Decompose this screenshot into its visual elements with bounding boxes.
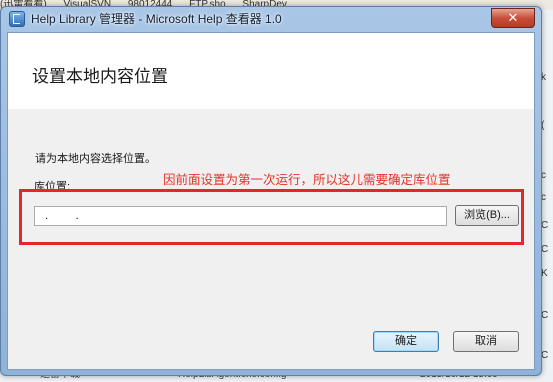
header-band: 设置本地内容位置 [8,33,534,109]
help-library-manager-window: Help Library 管理器 - Microsoft Help 查看器 1.… [0,6,542,376]
help-library-icon [9,11,25,27]
page-title: 设置本地内容位置 [32,67,168,86]
bg-char: C [541,350,549,361]
instruction-text: 请为本地内容选择位置。 [35,153,156,165]
browse-button[interactable]: 浏览(B)... [455,205,519,226]
ok-button[interactable]: 确定 [373,331,439,352]
dialog-content: 设置本地内容位置 请为本地内容选择位置。 库位置: 因前面设置为第一次运行，所以… [7,32,535,370]
bg-char: C [541,244,549,255]
bg-char: C [541,220,549,231]
library-path-input[interactable] [34,206,447,226]
annotation-note: 因前面设置为第一次运行，所以这儿需要确定库位置 [163,173,451,187]
close-button[interactable]: ✕ [491,8,535,28]
title-bar[interactable]: Help Library 管理器 - Microsoft Help 查看器 1.… [1,7,541,29]
bg-char: C [541,310,549,321]
bg-char: K [541,268,548,279]
window-title: Help Library 管理器 - Microsoft Help 查看器 1.… [31,12,282,26]
cancel-button[interactable]: 取消 [453,331,519,352]
close-icon: ✕ [507,10,519,25]
